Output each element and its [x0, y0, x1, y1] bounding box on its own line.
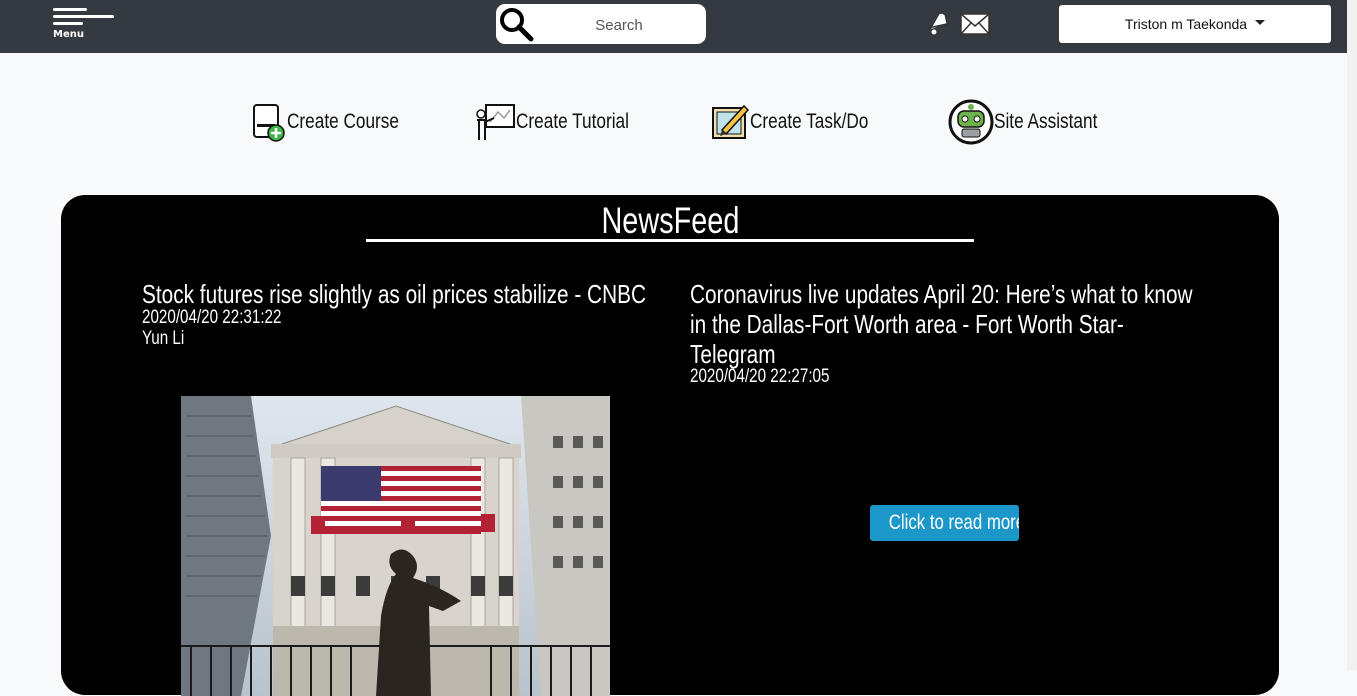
stock-exchange-photo[interactable] [181, 396, 610, 696]
read-more-button[interactable]: Click to read more... [870, 505, 1019, 541]
scrollbar[interactable] [1347, 0, 1357, 670]
caret-down-icon [1255, 19, 1266, 25]
search-input[interactable] [542, 12, 696, 38]
hamburger-icon [53, 8, 87, 11]
mail-icon[interactable] [959, 10, 991, 38]
menu-label: Menu [53, 29, 84, 40]
teacher-board-icon [476, 104, 515, 140]
notepad-pencil-icon [712, 104, 750, 139]
robot-icon [948, 99, 994, 145]
site-assistant-label: Site Assistant [994, 110, 1098, 133]
course-add-icon [253, 104, 285, 142]
hamburger-icon-line [53, 22, 83, 25]
article-date: 2020/04/20 22:31:22 [142, 307, 282, 328]
top-navbar: Menu Triston m Taekonda [0, 0, 1347, 53]
bell-icon[interactable] [925, 10, 951, 38]
search-box [496, 4, 706, 44]
user-dropdown[interactable]: Triston m Taekonda [1059, 5, 1331, 43]
newsfeed-title: NewsFeed [601, 200, 739, 241]
article-author: Yun Li [142, 328, 185, 349]
menu-button[interactable]: Menu [53, 6, 117, 46]
create-course-link[interactable]: Create Course [251, 100, 424, 144]
article-date: 2020/04/20 22:27:05 [690, 366, 830, 387]
create-course-label: Create Course [287, 110, 399, 133]
create-task-link[interactable]: Create Task/Do [710, 100, 894, 144]
article-title[interactable]: Stock futures rise slightly as oil price… [142, 279, 654, 309]
search-icon[interactable] [498, 6, 534, 42]
user-name: Triston m Taekonda [1124, 16, 1248, 32]
title-underline [366, 239, 974, 242]
newsfeed-panel: NewsFeed Stock futures rise slightly as … [61, 195, 1279, 696]
create-tutorial-link[interactable]: Create Tutorial [474, 100, 654, 144]
article-title[interactable]: Coronavirus live updates April 20: Here’… [690, 279, 1202, 369]
site-assistant-link[interactable]: Site Assistant [948, 99, 1120, 145]
hamburger-icon-line [53, 15, 114, 18]
create-tutorial-label: Create Tutorial [516, 110, 629, 133]
create-task-label: Create Task/Do [750, 110, 869, 133]
